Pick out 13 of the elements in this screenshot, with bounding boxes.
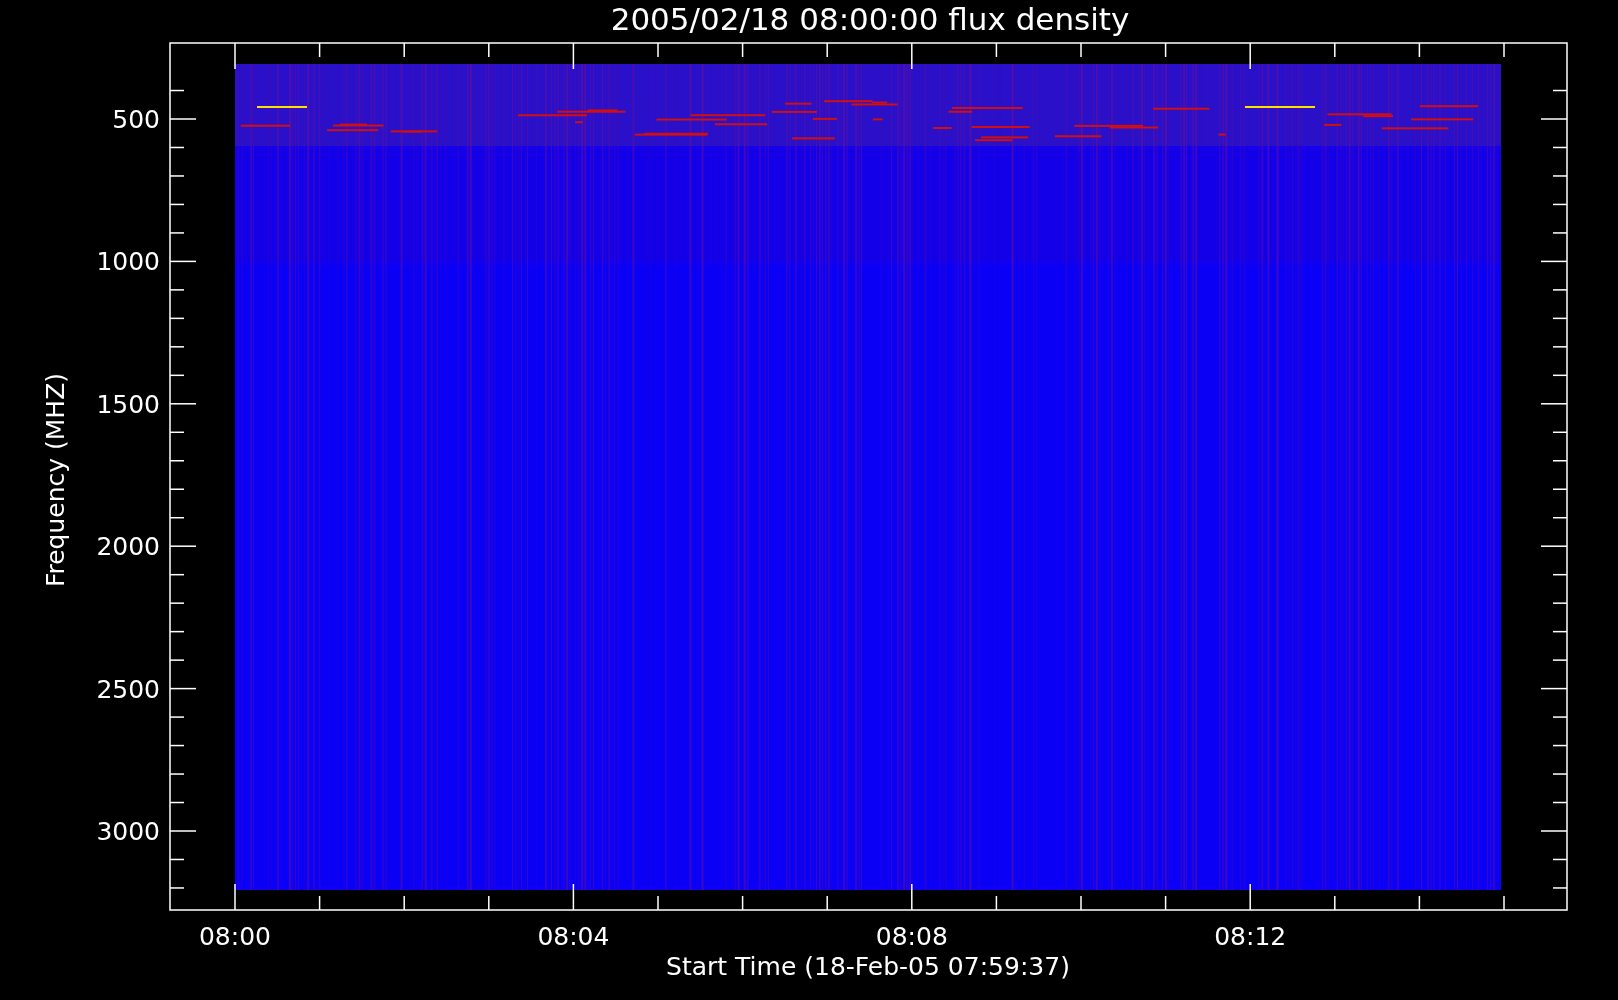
y-tick-label: 2500 xyxy=(96,674,160,704)
x-tick-label: 08:04 xyxy=(537,922,610,951)
y-tick-label: 500 xyxy=(112,105,160,134)
y-axis-label: Frequency (MHZ) xyxy=(41,372,70,588)
y-tick-label: 1000 xyxy=(96,247,160,277)
y-tick-label: 2000 xyxy=(96,532,160,562)
y-tick-label: 1500 xyxy=(96,389,160,419)
x-tick-label: 08:00 xyxy=(199,922,271,951)
x-tick-label: 08:08 xyxy=(875,922,948,951)
x-tick-label: 08:12 xyxy=(1214,922,1287,951)
y-tick-label: 3000 xyxy=(96,817,160,846)
plot-title: 2005/02/18 08:00:00 flux density xyxy=(610,1,1130,37)
x-axis-label: Start Time (18-Feb-05 07:59:37) xyxy=(666,952,1070,981)
